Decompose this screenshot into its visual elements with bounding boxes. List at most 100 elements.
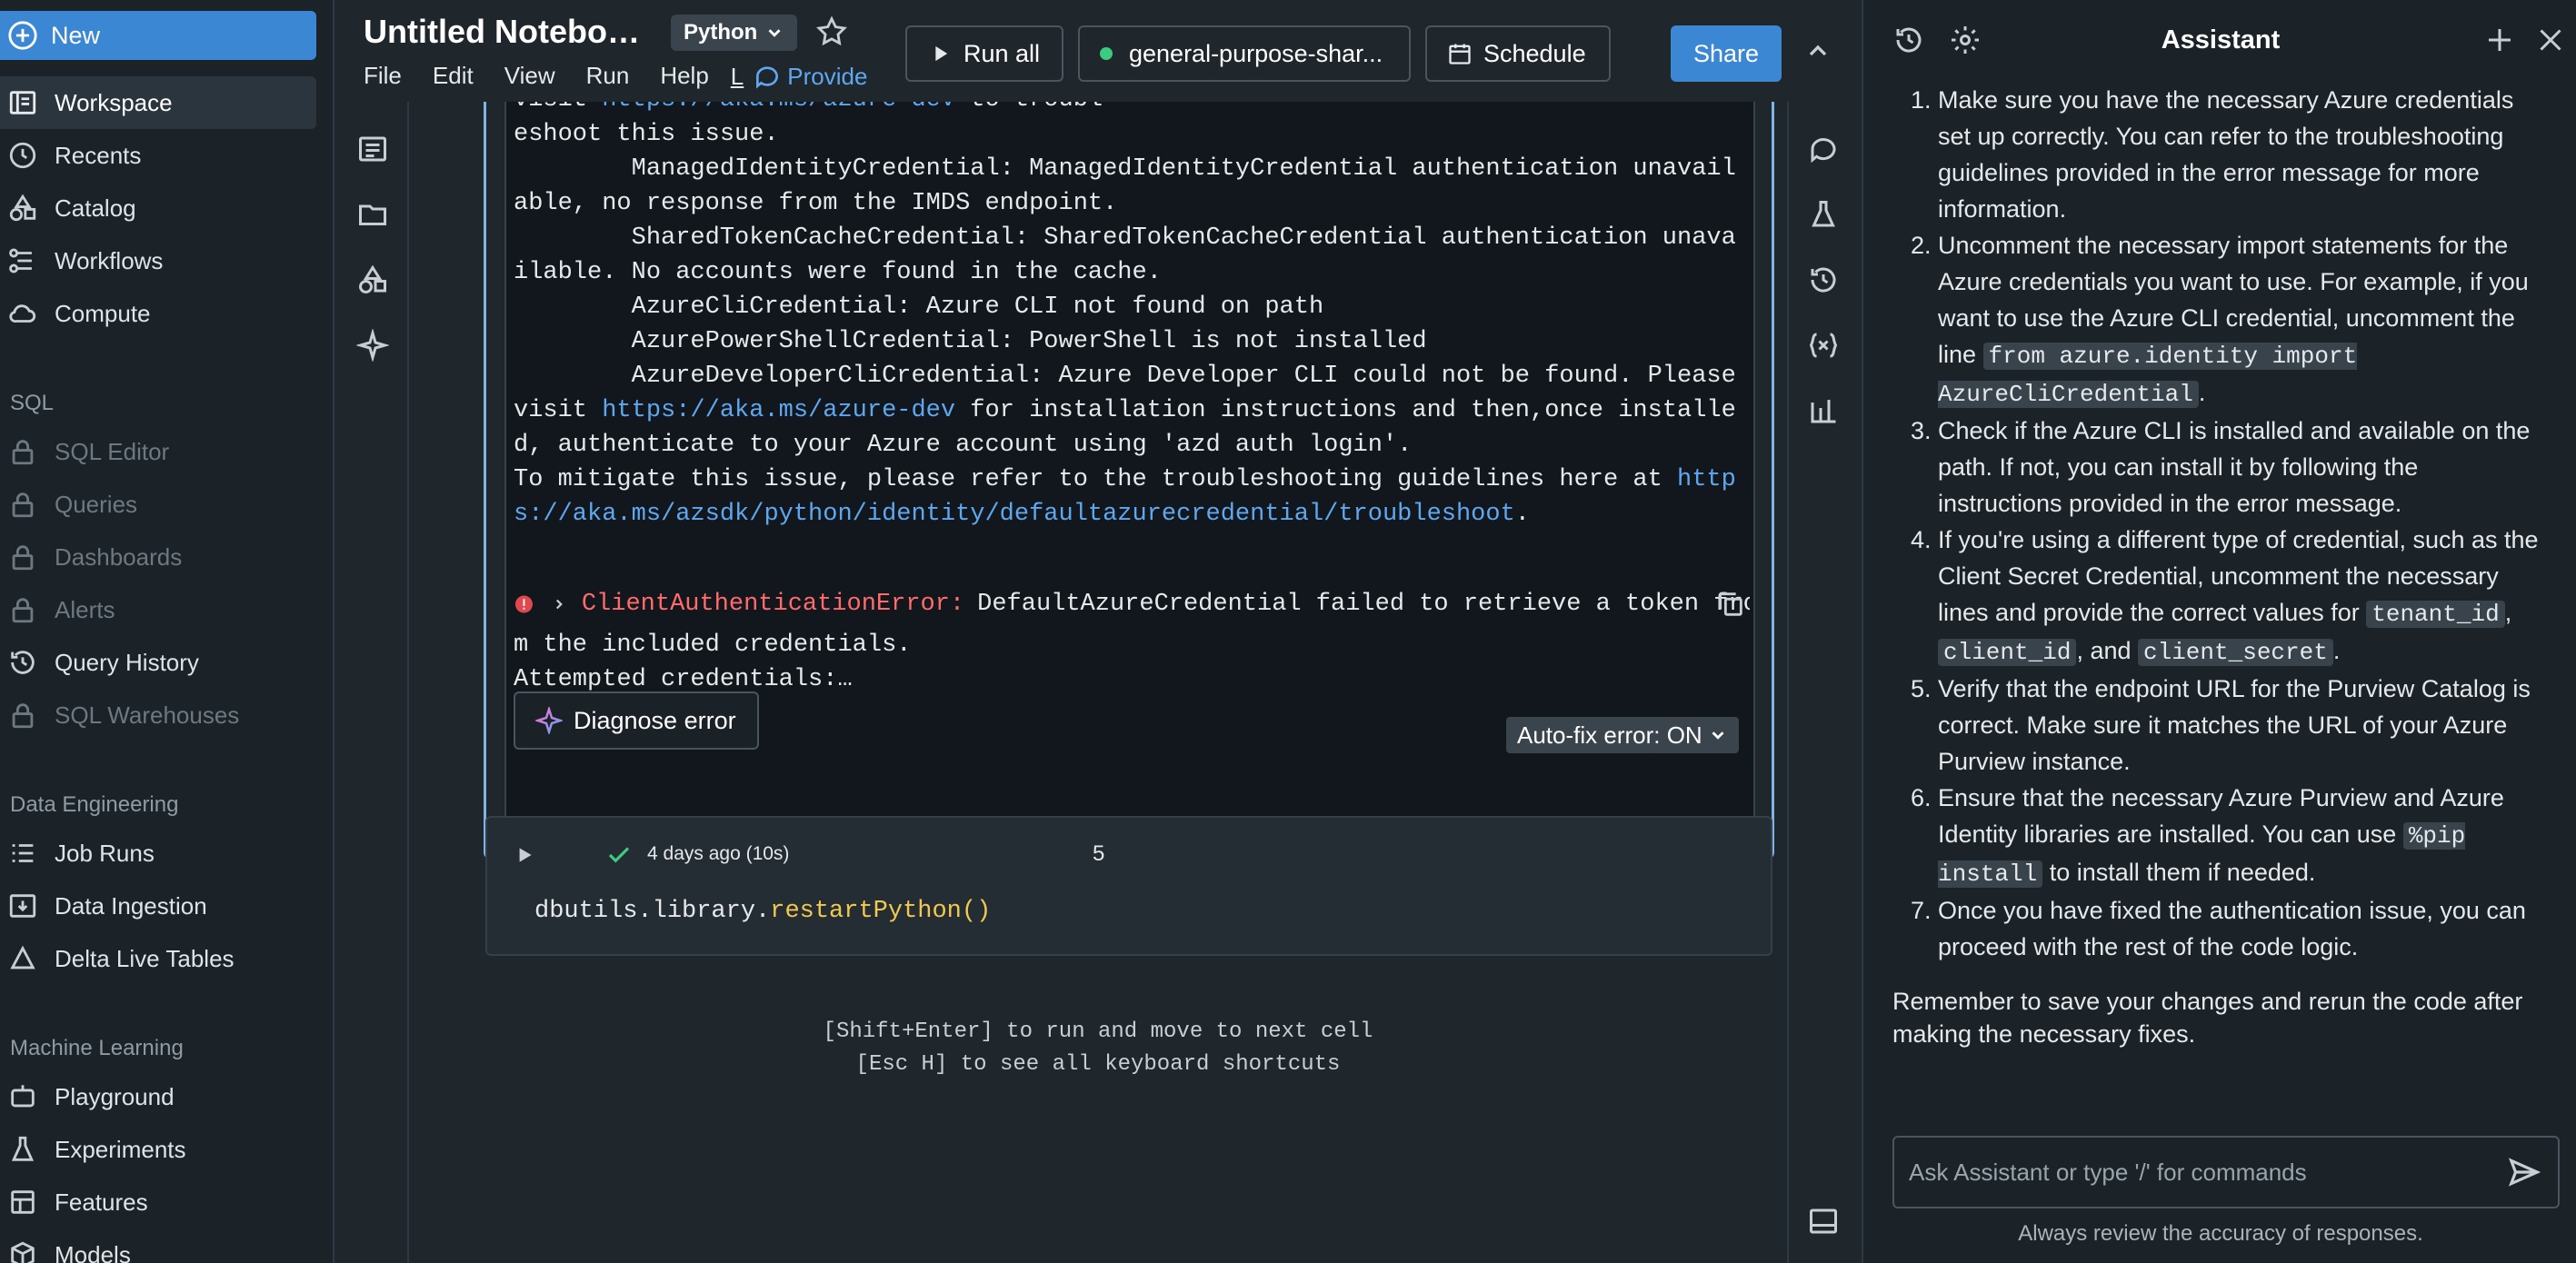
menu-help[interactable]: Help bbox=[660, 62, 708, 91]
sidebar-item-experiments[interactable]: Experiments bbox=[0, 1123, 333, 1176]
send-icon[interactable] bbox=[2507, 1155, 2541, 1189]
step-item: Uncomment the necessary import statement… bbox=[1938, 227, 2547, 413]
sidebar-item-alerts[interactable]: Alerts bbox=[0, 583, 333, 636]
sidebar-item-catalog[interactable]: Catalog bbox=[0, 182, 333, 234]
cell-code[interactable]: dbutils.library.restartPython() bbox=[534, 898, 991, 925]
chevron-down-icon bbox=[1712, 731, 1724, 740]
sidebar-item-workflows[interactable]: Workflows bbox=[0, 234, 333, 287]
sidebar-item-query-history[interactable]: Query History bbox=[0, 636, 333, 689]
bar-chart-icon[interactable] bbox=[1807, 394, 1840, 427]
chat-bubble-icon bbox=[756, 66, 779, 89]
assistant-response: Make sure you have the necessary Azure c… bbox=[1892, 82, 2576, 1050]
menu-run[interactable]: Run bbox=[586, 62, 630, 91]
lock-icon bbox=[12, 492, 34, 518]
calendar-icon bbox=[1449, 44, 1471, 65]
chevron-up-icon[interactable] bbox=[1803, 36, 1832, 65]
sidebar-item-compute[interactable]: Compute bbox=[0, 287, 333, 340]
menu-edit[interactable]: Edit bbox=[433, 62, 474, 91]
sidebar-item-delta-live-tables[interactable]: Delta Live Tables bbox=[0, 932, 333, 985]
cluster-selector[interactable]: general-purpose-shar... bbox=[1078, 25, 1411, 82]
nav-gap bbox=[0, 741, 333, 772]
star-icon[interactable] bbox=[814, 15, 849, 49]
traceback-line: SharedTokenCacheCredential: SharedTokenC… bbox=[514, 224, 1736, 286]
code-cell[interactable]: 4 days ago (10s) 5 dbutils.library.resta… bbox=[485, 816, 1772, 956]
assistant-input-box[interactable] bbox=[1892, 1136, 2560, 1208]
folder-icon[interactable] bbox=[356, 198, 389, 231]
language-selector[interactable]: Python bbox=[671, 15, 798, 51]
new-button[interactable]: New bbox=[0, 11, 316, 60]
schedule-button[interactable]: Schedule bbox=[1425, 25, 1611, 82]
notebook-title[interactable]: Untitled Noteboo... bbox=[364, 13, 645, 51]
panel-toggle-icon[interactable] bbox=[1807, 1205, 1840, 1238]
sidebar-item-job-runs[interactable]: Job Runs bbox=[0, 827, 333, 880]
error-summary-row[interactable]: ClientAuthenticationError: DefaultAzureC… bbox=[514, 586, 1750, 622]
text-line: To mitigate this issue, please refer to … bbox=[514, 466, 1678, 493]
error-cell[interactable]: visit https://aka.ms/azure-dev to troubl… bbox=[484, 102, 1774, 860]
step-text: . bbox=[2198, 379, 2206, 406]
menu-file[interactable]: File bbox=[364, 62, 402, 91]
sidebar-item-dashboards[interactable]: Dashboards bbox=[0, 531, 333, 583]
sidebar-item-queries[interactable]: Queries bbox=[0, 478, 333, 531]
sidebar-item-models[interactable]: Models bbox=[0, 1228, 333, 1263]
run-cell-icon[interactable] bbox=[513, 843, 536, 867]
features-icon bbox=[11, 1190, 35, 1214]
azure-dev-link[interactable]: https://aka.ms/azure-dev bbox=[602, 397, 955, 424]
lock-icon bbox=[12, 545, 34, 571]
error-line: m the included credentials. bbox=[514, 632, 912, 659]
plus-icon[interactable] bbox=[2483, 24, 2516, 56]
sidebar-item-sql-editor[interactable]: SQL Editor bbox=[0, 425, 333, 478]
left-sidebar: New Workspace Recents Catalog Workflows … bbox=[0, 0, 334, 1263]
azure-dev-link[interactable]: https://aka.ms/azure-dev bbox=[602, 102, 955, 114]
close-icon[interactable] bbox=[2534, 24, 2567, 56]
step-item: Ensure that the necessary Azure Purview … bbox=[1938, 780, 2547, 892]
playground-icon bbox=[11, 1085, 35, 1108]
table-of-contents-icon[interactable] bbox=[356, 133, 389, 165]
ingestion-icon bbox=[9, 894, 36, 918]
autofix-toggle[interactable]: Auto-fix error: ON bbox=[1506, 717, 1739, 753]
provide-feedback-link[interactable]: L Provide bbox=[731, 62, 899, 91]
share-button[interactable]: Share bbox=[1671, 25, 1782, 82]
chevron-right-icon[interactable] bbox=[551, 594, 567, 614]
run-all-button[interactable]: Run all bbox=[905, 25, 1063, 82]
workflows-icon bbox=[9, 248, 32, 273]
clock-icon bbox=[9, 142, 36, 169]
flask-icon bbox=[11, 1136, 35, 1161]
sidebar-item-recents[interactable]: Recents bbox=[0, 129, 333, 182]
cloud-icon bbox=[9, 304, 36, 323]
keyboard-hints: [Shift+Enter] to run and move to next ce… bbox=[411, 1016, 1785, 1081]
sidebar-item-playground[interactable]: Playground bbox=[0, 1070, 333, 1123]
sidebar-item-sql-warehouses[interactable]: SQL Warehouses bbox=[0, 689, 333, 741]
variables-icon[interactable] bbox=[1807, 329, 1840, 362]
sidebar-item-label: SQL Editor bbox=[55, 437, 170, 465]
traceback-line: AzureDeveloperCliCredential: Azure Devel… bbox=[514, 359, 1750, 462]
comment-icon[interactable] bbox=[1807, 133, 1840, 165]
diagnose-error-button[interactable]: Diagnose error bbox=[514, 691, 759, 750]
notebook-canvas: visit https://aka.ms/azure-dev to troubl… bbox=[411, 102, 1785, 1263]
menu-view[interactable]: View bbox=[504, 62, 555, 91]
assistant-input[interactable] bbox=[1909, 1158, 2491, 1187]
sidebar-item-features[interactable]: Features bbox=[0, 1176, 333, 1228]
traceback-line: To mitigate this issue, please refer to … bbox=[514, 462, 1750, 532]
sidebar-item-data-ingestion[interactable]: Data Ingestion bbox=[0, 880, 333, 932]
text-line: . bbox=[1514, 501, 1530, 528]
assistant-sparkle-icon[interactable] bbox=[356, 329, 389, 362]
assistant-disclaimer: Always review the accuracy of responses. bbox=[2018, 1221, 2423, 1246]
flask-icon[interactable] bbox=[1807, 198, 1840, 231]
share-label: Share bbox=[1692, 39, 1760, 67]
new-button-label: New bbox=[51, 21, 101, 49]
last-edit-link[interactable]: L bbox=[731, 63, 744, 91]
sidebar-item-workspace[interactable]: Workspace bbox=[0, 76, 316, 129]
step-text: , and bbox=[2076, 637, 2138, 664]
step-text: to install them if needed. bbox=[2042, 859, 2316, 886]
history-icon[interactable] bbox=[1807, 264, 1840, 296]
traceback-line: ManagedIdentityCredential: ManagedIdenti… bbox=[514, 155, 1736, 217]
hint-line: [Esc H] to see all keyboard shortcuts bbox=[855, 1052, 1341, 1077]
step-item: Make sure you have the necessary Azure c… bbox=[1938, 82, 2547, 227]
copy-icon[interactable] bbox=[1715, 589, 1746, 620]
hint-line: [Shift+Enter] to run and move to next ce… bbox=[823, 1019, 1373, 1044]
chevron-down-icon bbox=[768, 29, 781, 37]
text-line: to troubl bbox=[955, 102, 1103, 114]
notebook-right-rail bbox=[1787, 102, 1860, 1263]
catalog-icon[interactable] bbox=[356, 264, 389, 296]
sidebar-item-label: Playground bbox=[55, 1082, 175, 1110]
